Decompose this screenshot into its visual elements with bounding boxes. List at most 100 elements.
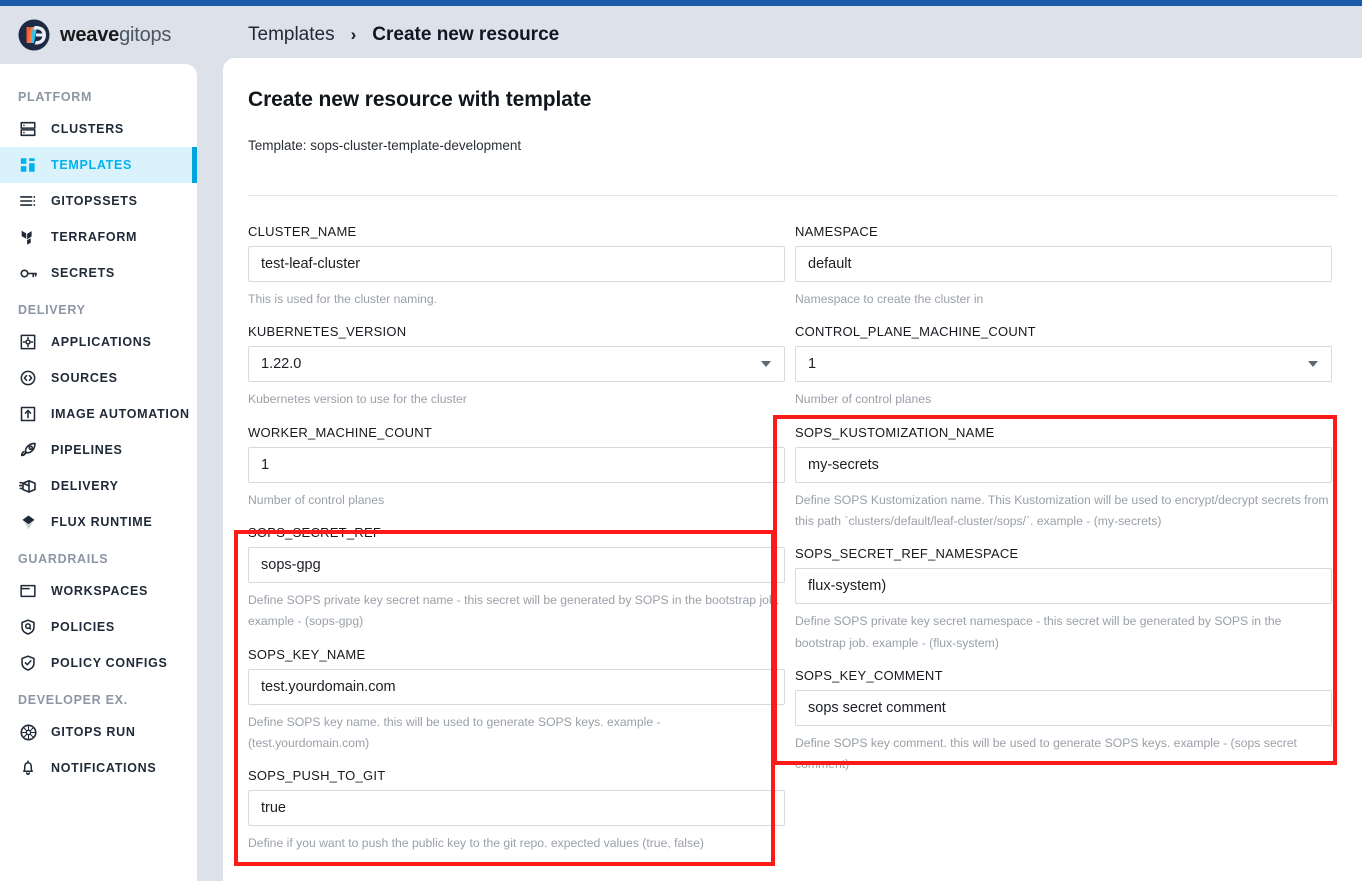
- sidebar-item-label: SOURCES: [51, 371, 118, 385]
- field-label-worker_machine_count: WORKER_MACHINE_COUNT: [248, 424, 433, 440]
- sidebar-item-terraform[interactable]: TERRAFORM: [0, 219, 197, 255]
- field-value-sops_key_name: test.yourdomain.com: [261, 678, 396, 695]
- template-name-line: Template: sops-cluster-template-developm…: [248, 138, 522, 153]
- input-namespace[interactable]: default: [795, 246, 1332, 282]
- sidebar-section-delivery: DELIVERY: [18, 303, 86, 317]
- field-sops_key_comment: SOPS_KEY_COMMENTsops secret comment Defin…: [795, 654, 1332, 776]
- field-control_plane_machine_count: CONTROL_PLANE_MACHINE_COUNT 1 Number of co…: [795, 310, 1332, 410]
- input-sops_secret_ref_namespace[interactable]: flux-system): [795, 568, 1332, 605]
- package-icon: [18, 476, 38, 496]
- shield-check-icon: [18, 653, 38, 673]
- sidebar-item-label: TEMPLATES: [51, 158, 133, 172]
- sidebar-section-guardrails: GUARDRAILS: [18, 552, 109, 566]
- field-namespace: NAMESPACE default Namespace to create the …: [795, 210, 1332, 310]
- sidebar-section-platform: PLATFORM: [18, 90, 93, 104]
- sidebar-item-label: WORKSPACES: [51, 584, 149, 598]
- image-automation-icon: [18, 404, 38, 424]
- sidebar-item-delivery[interactable]: DELIVERY: [0, 468, 197, 504]
- field-help-sops_secret_ref_namespace: Define SOPS private key secret namespace…: [795, 614, 1282, 650]
- field-value-sops_kustomization_name: my-secrets: [808, 456, 879, 473]
- form-column-left: CLUSTER_NAME test-leaf-cluster This is use…: [248, 210, 785, 855]
- brand[interactable]: weavegitops: [0, 19, 212, 51]
- sidebar-item-pipelines[interactable]: PIPELINES: [0, 432, 197, 468]
- field-worker_machine_count: WORKER_MACHINE_COUNT 1 Number of control p…: [248, 411, 785, 511]
- weave-gitops-logo-icon: [18, 19, 50, 51]
- field-help-worker_machine_count: Number of control planes: [248, 492, 385, 507]
- template-parameters-form: CLUSTER_NAME test-leaf-cluster This is use…: [248, 196, 1338, 855]
- main-content: Create new resource with template Templa…: [223, 58, 1362, 881]
- field-label-kubernetes_version: KUBERNETES_VERSION: [248, 324, 407, 340]
- sidebar-item-applications[interactable]: APPLICATIONS: [0, 324, 197, 360]
- input-cluster_name[interactable]: test-leaf-cluster: [248, 246, 785, 282]
- sidebar-section-developer-ex: DEVELOPER EX.: [18, 693, 128, 707]
- field-sops_key_name: SOPS_KEY_NAME test.yourdomain.com Define S…: [248, 633, 785, 755]
- workspaces-icon: [18, 581, 38, 601]
- sources-icon: [18, 368, 38, 388]
- field-help-kubernetes_version: Kubernetes version to use for the cluste…: [248, 392, 467, 407]
- field-value-control_plane_machine_count: 1: [808, 356, 817, 373]
- chevron-down-icon[interactable]: [1308, 361, 1318, 368]
- breadcrumb: Templates › Create new resource: [212, 24, 559, 46]
- bell-icon: [18, 758, 38, 778]
- field-help-sops_key_comment: Define SOPS key comment. this will be us…: [795, 736, 1297, 772]
- field-label-namespace: NAMESPACE: [795, 224, 878, 239]
- input-sops_secret_ref[interactable]: sops-gpg: [248, 547, 785, 584]
- sidebar-item-workspaces[interactable]: WORKSPACES: [0, 573, 197, 609]
- input-worker_machine_count[interactable]: 1: [248, 446, 785, 483]
- sidebar-item-label: GITOPSSETS: [51, 194, 138, 208]
- flux-icon: [18, 512, 38, 532]
- field-sops_secret_ref_namespace: SOPS_SECRET_REF_NAMESPACE flux-system) Def…: [795, 532, 1332, 654]
- field-value-sops_push_to_git: true: [261, 800, 286, 817]
- field-value-sops_secret_ref_namespace: flux-system): [808, 578, 887, 595]
- select-kubernetes_version[interactable]: 1.22.0: [248, 346, 785, 383]
- sidebar-item-templates[interactable]: TEMPLATES: [0, 147, 197, 183]
- sidebar-item-label: NOTIFICATIONS: [51, 761, 157, 775]
- sidebar-item-label: DELIVERY: [51, 479, 119, 493]
- sidebar-item-label: TERRAFORM: [51, 230, 138, 244]
- sidebar-item-gitops-run[interactable]: GITOPS RUN: [0, 714, 197, 750]
- input-sops_key_name[interactable]: test.yourdomain.com: [248, 668, 785, 705]
- breadcrumb-current: Create new resource: [372, 24, 560, 45]
- sidebar-item-label: IMAGE AUTOMATION: [51, 407, 190, 421]
- sidebar-item-label: CLUSTERS: [51, 122, 124, 136]
- chevron-down-icon[interactable]: [761, 361, 771, 368]
- sidebar-item-label: PIPELINES: [51, 443, 123, 457]
- select-control_plane_machine_count[interactable]: 1: [795, 346, 1332, 383]
- sidebar-item-policy-configs[interactable]: POLICY CONFIGS: [0, 645, 197, 681]
- field-help-sops_secret_ref: Define SOPS private key secret name - th…: [248, 593, 780, 629]
- field-value-worker_machine_count: 1: [261, 456, 270, 473]
- app-header: weavegitops Templates › Create new resou…: [0, 6, 1362, 64]
- sidebar-item-label: POLICIES: [51, 620, 115, 634]
- field-label-sops_key_name: SOPS_KEY_NAME: [248, 646, 366, 662]
- field-label-sops_key_comment: SOPS_KEY_COMMENT: [795, 668, 943, 684]
- field-sops_secret_ref: SOPS_SECRET_REF sops-gpg Define SOPS priva…: [248, 511, 785, 633]
- field-help-cluster_name: This is used for the cluster naming.: [248, 292, 437, 306]
- sidebar-item-policies[interactable]: POLICIES: [0, 609, 197, 645]
- sidebar-item-clusters[interactable]: CLUSTERS: [0, 111, 197, 147]
- field-kubernetes_version: KUBERNETES_VERSION 1.22.0 Kubernetes versi…: [248, 310, 785, 410]
- sidebar-item-secrets[interactable]: SECRETS: [0, 255, 197, 291]
- sidebar-item-sources[interactable]: SOURCES: [0, 360, 197, 396]
- sidebar-item-gitopssets[interactable]: GITOPSSETS: [0, 183, 197, 219]
- input-sops_push_to_git[interactable]: true: [248, 790, 785, 827]
- field-label-sops_kustomization_name: SOPS_KUSTOMIZATION_NAME: [795, 424, 995, 440]
- field-label-cluster_name: CLUSTER_NAME: [248, 224, 357, 239]
- sidebar-item-image-automation[interactable]: IMAGE AUTOMATION: [0, 396, 197, 432]
- brand-gitops: gitops: [119, 23, 172, 46]
- field-help-sops_key_name: Define SOPS key name. this will be used …: [248, 714, 661, 751]
- input-sops_kustomization_name[interactable]: my-secrets: [795, 446, 1332, 483]
- app-root: weavegitops Templates › Create new resou…: [0, 0, 1362, 881]
- sidebar-item-flux-runtime[interactable]: FLUX RUNTIME: [0, 504, 197, 540]
- sidebar-item-notifications[interactable]: NOTIFICATIONS: [0, 750, 197, 786]
- applications-icon: [18, 332, 38, 352]
- field-help-sops_kustomization_name: Define SOPS Kustomization name. This Kus…: [795, 492, 1329, 529]
- field-value-kubernetes_version: 1.22.0: [261, 356, 302, 373]
- page-title: Create new resource with template: [248, 88, 592, 111]
- chevron-right-icon: ›: [350, 25, 357, 44]
- breadcrumb-templates-link[interactable]: Templates: [248, 24, 335, 46]
- input-sops_key_comment[interactable]: sops secret comment: [795, 690, 1332, 727]
- field-label-control_plane_machine_count: CONTROL_PLANE_MACHINE_COUNT: [795, 324, 1036, 340]
- brand-wordmark: weavegitops: [60, 24, 171, 47]
- gitopssets-icon: [18, 191, 38, 211]
- gitops-run-icon: [18, 722, 38, 742]
